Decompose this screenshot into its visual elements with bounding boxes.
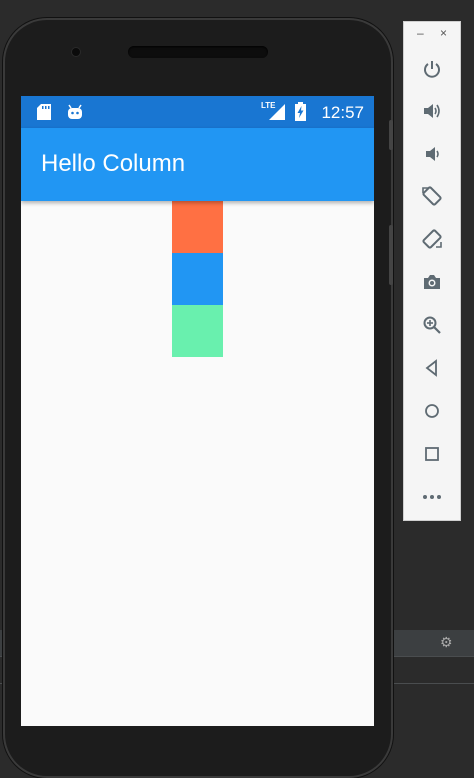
overview-icon[interactable] [419, 441, 445, 467]
camera-icon[interactable] [419, 269, 445, 295]
volume-side-button[interactable] [389, 225, 393, 285]
column-box-orange [172, 201, 223, 253]
zoom-icon[interactable] [419, 312, 445, 338]
back-icon[interactable] [419, 355, 445, 381]
rotate-right-icon[interactable] [419, 226, 445, 252]
column-box-green [172, 305, 223, 357]
ide-gear-icon[interactable]: ⚙ [440, 634, 453, 651]
close-button[interactable]: × [440, 27, 447, 39]
column-box-blue [172, 253, 223, 305]
app-title: Hello Column [41, 150, 186, 177]
more-icon[interactable] [419, 484, 445, 510]
status-bar: LTE 12:57 [21, 96, 374, 128]
emulator-toolbar: – × [403, 21, 461, 521]
earpiece-speaker [128, 46, 268, 58]
power-side-button[interactable] [389, 120, 393, 150]
device-screen: LTE 12:57 Hello Column [21, 96, 374, 726]
app-bar: Hello Column [21, 128, 374, 201]
minimize-button[interactable]: – [417, 27, 424, 39]
volume-down-icon[interactable] [419, 141, 445, 167]
front-camera [72, 48, 80, 56]
sd-card-icon [37, 104, 51, 120]
signal-icon [269, 104, 285, 120]
rotate-left-icon[interactable] [419, 183, 445, 209]
android-icon [68, 104, 82, 119]
battery-charging-icon [295, 102, 306, 121]
home-icon[interactable] [419, 398, 445, 424]
status-time: 12:57 [321, 103, 364, 122]
volume-up-icon[interactable] [419, 98, 445, 124]
power-icon[interactable] [419, 56, 445, 82]
toolbar-window-controls: – × [404, 27, 460, 41]
